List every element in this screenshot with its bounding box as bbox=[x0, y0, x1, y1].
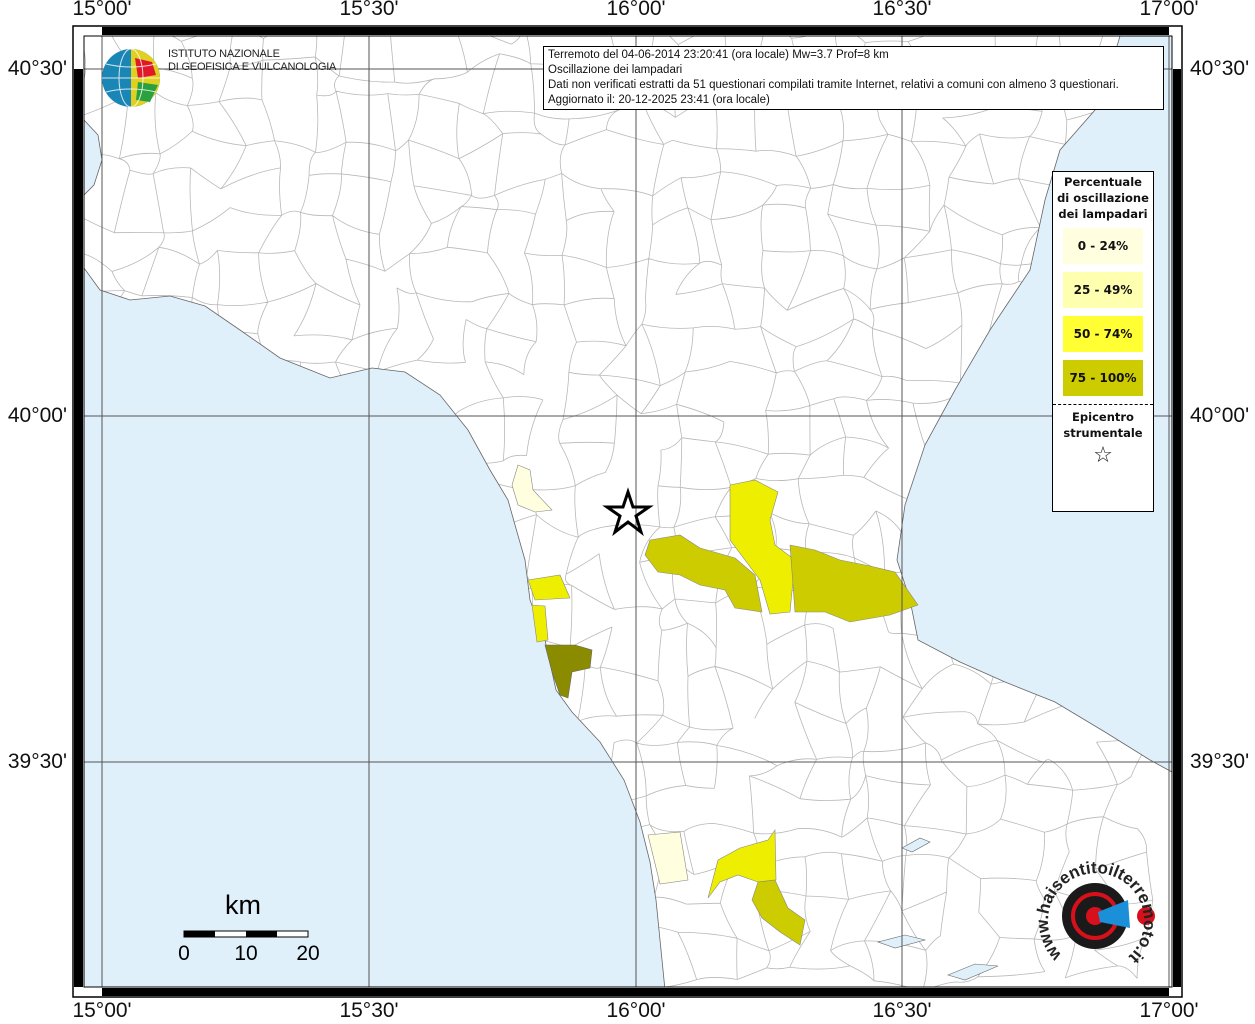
logo-line2: DI GEOFISICA E VULCANOLOGIA bbox=[168, 61, 337, 73]
logo-line1: ISTITUTO NAZIONALE bbox=[168, 48, 280, 60]
scale-unit: km bbox=[225, 890, 261, 920]
lon-label-top: 16°00' bbox=[606, 0, 666, 20]
legend-class-50-74: 50 - 74% bbox=[1063, 316, 1143, 352]
legend: Percentuale di oscillazione dei lampadar… bbox=[1052, 171, 1154, 512]
lat-label-right: 40°00' bbox=[1190, 404, 1250, 427]
lat-label-left: 40°30' bbox=[7, 57, 67, 80]
legend-class-25-49: 25 - 49% bbox=[1063, 272, 1143, 308]
data-note: Dati non verificati estratti da 51 quest… bbox=[548, 79, 1119, 91]
update-time: Aggiornato il: 20-12-2025 23:41 (ora loc… bbox=[548, 94, 770, 106]
map-subject: Oscillazione dei lampadari bbox=[548, 64, 683, 76]
legend-title: Percentuale di oscillazione dei lampadar… bbox=[1057, 175, 1149, 221]
lat-label-right: 40°30' bbox=[1190, 57, 1250, 80]
event-info: Terremoto del 04-06-2014 23:20:41 (ora l… bbox=[548, 49, 889, 61]
lon-label-bottom: 16°30' bbox=[872, 999, 932, 1022]
lat-label-left: 39°30' bbox=[7, 750, 67, 773]
title-box: Terremoto del 04-06-2014 23:20:41 (ora l… bbox=[543, 46, 1164, 110]
ingv-logo: ISTITUTO NAZIONALE DI GEOFISICA E VULCAN… bbox=[102, 48, 336, 74]
lon-label-top: 17°00' bbox=[1139, 0, 1199, 20]
scale-bar-graphic bbox=[183, 930, 309, 938]
scale-label: 0 bbox=[178, 942, 190, 965]
lon-label-top: 15°00' bbox=[72, 0, 132, 20]
lon-label-bottom: 15°00' bbox=[72, 999, 132, 1022]
lat-label-right: 39°30' bbox=[1190, 750, 1250, 773]
scale-label: 20 bbox=[296, 942, 320, 965]
legend-class-0-24: 0 - 24% bbox=[1063, 228, 1143, 264]
legend-epicenter-label: Epicentro strumentale bbox=[1063, 410, 1143, 440]
legend-divider bbox=[1053, 404, 1153, 405]
lon-label-bottom: 16°00' bbox=[606, 999, 666, 1022]
legend-star-icon: ☆ bbox=[1093, 443, 1113, 468]
scale-label: 10 bbox=[234, 942, 258, 965]
lat-label-left: 40°00' bbox=[7, 404, 67, 427]
legend-class-75-100: 75 - 100% bbox=[1063, 360, 1143, 396]
lon-label-top: 16°30' bbox=[872, 0, 932, 20]
intensity-map: www.haisentitoilterremoto.it bbox=[72, 25, 1183, 998]
lon-label-bottom: 17°00' bbox=[1139, 999, 1199, 1022]
lon-label-bottom: 15°30' bbox=[339, 999, 399, 1022]
lon-label-top: 15°30' bbox=[339, 0, 399, 20]
